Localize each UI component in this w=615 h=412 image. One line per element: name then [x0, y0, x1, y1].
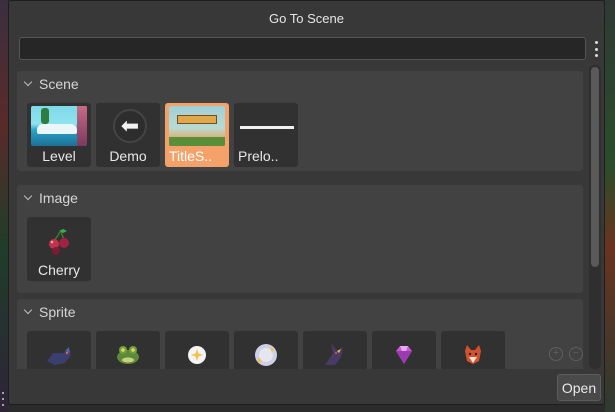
more-options-icon[interactable]: [591, 41, 601, 57]
title-screen-thumbnail: [169, 106, 225, 146]
sprite-item-gem[interactable]: [372, 331, 436, 369]
dialog-title: Go To Scene: [269, 11, 344, 26]
scene-item-level[interactable]: Level: [27, 103, 91, 167]
scene-item-titlescreen[interactable]: TitleS..: [165, 103, 229, 167]
section-title: Sprite: [39, 304, 76, 320]
section-image: Image Cherry: [17, 185, 583, 293]
cherry-icon: [49, 229, 69, 255]
zoom-controls: + −: [549, 347, 583, 361]
sparkle-sprite-icon: [188, 346, 206, 364]
section-header-image[interactable]: Image: [17, 185, 583, 211]
image-item-cherry[interactable]: Cherry: [27, 217, 91, 281]
scene-item-preloader[interactable]: Prelo..: [234, 103, 298, 167]
sprite-item-fox[interactable]: [27, 331, 91, 369]
section-title: Scene: [39, 76, 79, 92]
back-arrow-icon: ⬅: [100, 106, 156, 146]
search-input[interactable]: [20, 38, 585, 59]
fox-head-sprite-icon: [465, 345, 481, 364]
chevron-down-icon: [23, 191, 33, 201]
sprite-item-sparkle[interactable]: [165, 331, 229, 369]
eagle-sprite-icon: [325, 343, 343, 365]
sprite-item-orb[interactable]: [234, 331, 298, 369]
section-sprite: Sprite: [17, 299, 583, 369]
section-header-sprite[interactable]: Sprite: [17, 299, 583, 325]
frog-sprite-icon: [117, 346, 139, 364]
item-label: Demo: [109, 148, 147, 164]
section-scene: Scene Level ⬅ Demo TitleS.. Prelo..: [17, 71, 583, 171]
scrollbar-thumb[interactable]: [591, 67, 599, 267]
open-button[interactable]: Open: [557, 374, 601, 401]
sprite-item-frog[interactable]: [96, 331, 160, 369]
orb-sprite-icon: [255, 344, 277, 366]
go-to-scene-dialog: Go To Scene Scene Level ⬅ Demo TitleS.. …: [8, 0, 605, 405]
drag-handle-icon[interactable]: [0, 392, 6, 406]
fox-sprite-icon: [45, 347, 71, 365]
item-label: Prelo..: [238, 148, 279, 164]
sprite-item-fox-head[interactable]: [441, 331, 505, 369]
section-title: Image: [39, 190, 78, 206]
chevron-down-icon: [23, 77, 33, 87]
scene-item-demo[interactable]: ⬅ Demo: [96, 103, 160, 167]
zoom-in-icon[interactable]: +: [549, 347, 563, 361]
level-thumbnail: [31, 106, 87, 146]
sprite-item-eagle[interactable]: [303, 331, 367, 369]
scene-list: Scene Level ⬅ Demo TitleS.. Prelo.. Imag…: [17, 71, 583, 369]
chevron-down-icon: [23, 305, 33, 315]
section-header-scene[interactable]: Scene: [17, 71, 583, 97]
item-label: Cherry: [37, 262, 80, 278]
preloader-thumbnail: [238, 106, 294, 146]
item-label: Level: [42, 148, 76, 164]
search-field[interactable]: [19, 37, 586, 60]
gem-sprite-icon: [396, 346, 412, 364]
zoom-out-icon[interactable]: −: [569, 347, 583, 361]
scrollbar[interactable]: [589, 65, 601, 369]
item-label: TitleS..: [169, 148, 213, 164]
editor-background-left: [0, 0, 8, 412]
editor-background-right: [605, 0, 615, 412]
